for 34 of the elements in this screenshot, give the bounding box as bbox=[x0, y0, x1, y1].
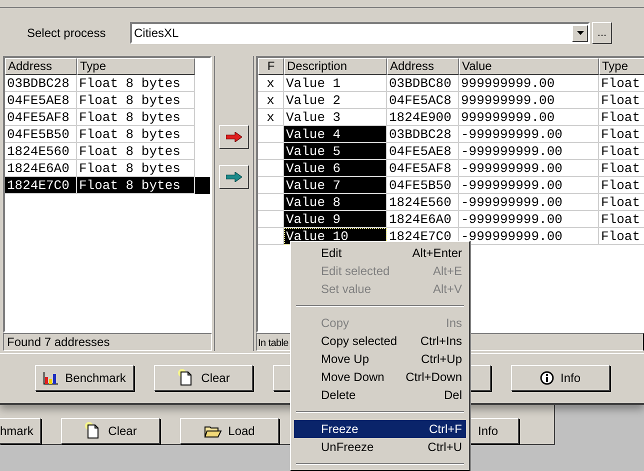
table-cell: -999999999.00 bbox=[459, 160, 599, 177]
table-cell: Float bbox=[599, 211, 644, 228]
table-cell: -999999999.00 bbox=[459, 194, 599, 211]
table-cell: -999999999.00 bbox=[459, 143, 599, 160]
table-cell: -999999999.00 bbox=[459, 126, 599, 143]
table-cell: -999999999.00 bbox=[459, 177, 599, 194]
table-cell: 1824E560 bbox=[387, 194, 459, 211]
table-cell: x bbox=[258, 109, 284, 126]
table-cell: 999999999.00 bbox=[459, 75, 599, 92]
table-cell: Float bbox=[599, 92, 644, 109]
table-cell: 1824E900 bbox=[387, 109, 459, 126]
status-text: Found 7 addresses bbox=[3, 333, 212, 351]
table-cell: Float bbox=[599, 177, 644, 194]
status-text: In table bbox=[258, 338, 288, 349]
table-cell: 04FE5AE8 bbox=[387, 143, 459, 160]
table-cell: Float bbox=[599, 75, 644, 92]
table-cell: x bbox=[258, 75, 284, 92]
table-cell: 999999999.00 bbox=[459, 92, 599, 109]
table-cell: 04FE5B50 bbox=[387, 177, 459, 194]
table-cell: Float bbox=[599, 228, 644, 245]
table-cell: 04FE5AF8 bbox=[387, 160, 459, 177]
table-cell: Float bbox=[599, 143, 644, 160]
table-cell: 03BDBC28 bbox=[387, 126, 459, 143]
table-cell: 04FE5AC8 bbox=[387, 92, 459, 109]
table-cell: Float bbox=[599, 109, 644, 126]
table-cell: Float bbox=[599, 126, 644, 143]
table-cell: 1824E6A0 bbox=[387, 211, 459, 228]
table-cell: 999999999.00 bbox=[459, 109, 599, 126]
table-cell: -999999999.00 bbox=[459, 211, 599, 228]
table-cell: 03BDBC80 bbox=[387, 75, 459, 92]
table-cell: x bbox=[258, 92, 284, 109]
table-cell: Float bbox=[599, 194, 644, 211]
process-label: Select process bbox=[27, 25, 107, 42]
table-cell: Float bbox=[599, 160, 644, 177]
